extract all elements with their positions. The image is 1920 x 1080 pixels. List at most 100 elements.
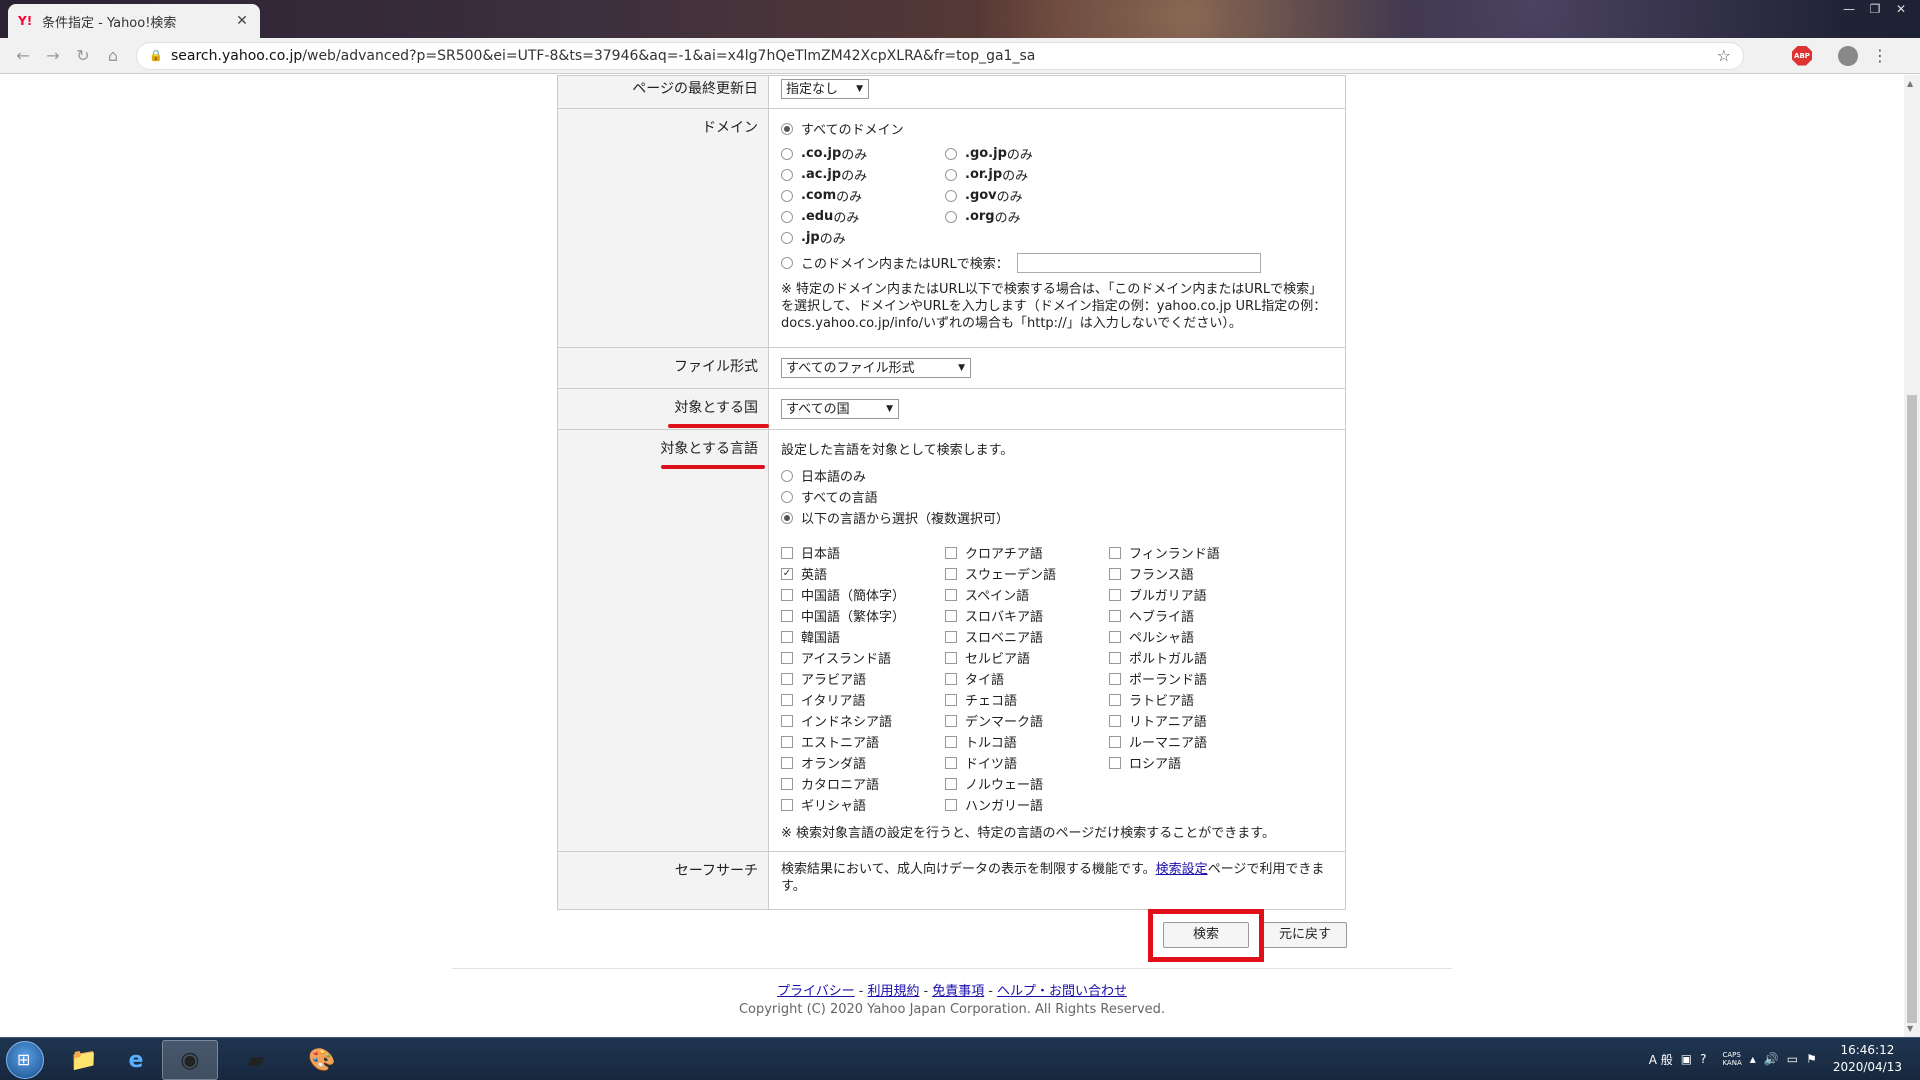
close-window-icon[interactable]: ✕ [1888,0,1914,18]
back-icon[interactable]: ← [8,46,38,65]
domain-radio-ac-jp[interactable]: .ac.jp のみ [781,164,945,185]
language-checkbox-item[interactable]: ルーマニア語 [1109,731,1273,752]
checkbox[interactable] [945,672,957,685]
domain-radio-gov[interactable]: .gov のみ [945,185,1125,206]
checkbox[interactable] [781,672,793,685]
language-radio-all[interactable]: すべての言語 [781,486,1335,507]
explorer-icon[interactable]: 📁 [56,1040,112,1080]
browser-tab[interactable]: Y! 条件指定 - Yahoo!検索 ✕ [8,4,260,38]
language-radio-select[interactable]: 以下の言語から選択（複数選択可） [781,507,1335,528]
checkbox[interactable] [781,651,793,664]
language-checkbox-item[interactable]: タイ語 [945,668,1109,689]
checkbox[interactable] [945,798,957,811]
checkbox[interactable] [945,546,957,559]
language-checkbox-item[interactable]: ポーランド語 [1109,668,1273,689]
checkbox[interactable] [1109,714,1121,727]
domain-url-input[interactable] [1016,252,1261,273]
checkbox[interactable] [781,693,793,706]
language-checkbox-item[interactable]: アイスランド語 [781,647,945,668]
language-checkbox-item[interactable]: リトアニア語 [1109,710,1273,731]
reload-icon[interactable]: ↻ [68,46,98,65]
profile-avatar-icon[interactable] [1838,45,1858,66]
language-checkbox-item[interactable]: 韓国語 [781,626,945,647]
internet-explorer-icon[interactable]: e [108,1040,164,1080]
country-select[interactable]: すべての国 ▼ [781,399,899,419]
checkbox[interactable] [945,609,957,622]
checkbox[interactable] [945,735,957,748]
domain-radio-co-jp[interactable]: .co.jp のみ [781,143,945,164]
search-settings-link[interactable]: 検索設定 [1156,862,1208,877]
language-checkbox-item[interactable]: 中国語（簡体字） [781,584,945,605]
address-bar[interactable]: 🔒 search.yahoo.co.jp/web/advanced?p=SR50… [136,41,1744,70]
checkbox[interactable] [781,630,793,643]
language-checkbox-item[interactable]: スウェーデン語 [945,563,1109,584]
chrome-icon[interactable]: ◉ [162,1040,218,1080]
ime-indicator[interactable]: A 般 [1649,1051,1673,1068]
checkbox[interactable] [945,693,957,706]
domain-radio-or-jp[interactable]: .or.jp のみ [945,164,1125,185]
clock[interactable]: 16:46:12 2020/04/13 [1833,1042,1902,1076]
checkbox[interactable] [781,777,793,790]
language-checkbox-item[interactable]: ペルシャ語 [1109,626,1273,647]
checkbox[interactable] [1109,735,1121,748]
checkbox[interactable] [1109,693,1121,706]
domain-radio-org[interactable]: .org のみ [945,206,1125,227]
checkbox[interactable] [1109,651,1121,664]
reset-button[interactable]: 元に戻す [1263,922,1347,948]
tray-apps-icon[interactable]: ▣ [1681,1052,1692,1066]
checkbox[interactable] [1109,756,1121,769]
checkbox[interactable] [1109,672,1121,685]
language-checkbox-item[interactable]: トルコ語 [945,731,1109,752]
language-checkbox-item[interactable]: フィンランド語 [1109,542,1273,563]
restore-icon[interactable]: ❐ [1862,0,1888,18]
language-checkbox-item[interactable]: ヘブライ語 [1109,605,1273,626]
language-checkbox-item[interactable]: エストニア語 [781,731,945,752]
checkbox[interactable] [781,714,793,727]
language-checkbox-item[interactable]: ブルガリア語 [1109,584,1273,605]
language-checkbox-item[interactable]: アラビア語 [781,668,945,689]
language-checkbox-item[interactable]: ノルウェー語 [945,773,1109,794]
home-icon[interactable]: ⌂ [98,46,128,65]
language-checkbox-item[interactable]: ギリシャ語 [781,794,945,815]
language-checkbox-item[interactable]: セルビア語 [945,647,1109,668]
checkbox[interactable] [1109,588,1121,601]
language-checkbox-item[interactable]: イタリア語 [781,689,945,710]
url-text[interactable]: search.yahoo.co.jp/web/advanced?p=SR500&… [171,48,1717,64]
help-icon[interactable]: ? [1700,1052,1706,1066]
last-updated-select[interactable]: 指定なし ▼ [781,79,869,99]
language-checkbox-item[interactable]: フランス語 [1109,563,1273,584]
language-checkbox-item[interactable]: 日本語 [781,542,945,563]
tab-close-icon[interactable]: ✕ [234,13,250,29]
checkbox[interactable] [781,588,793,601]
checkbox[interactable] [781,609,793,622]
checkbox[interactable] [945,777,957,790]
language-checkbox-item[interactable]: ポルトガル語 [1109,647,1273,668]
language-checkbox-item[interactable]: デンマーク語 [945,710,1109,731]
language-checkbox-item[interactable]: オランダ語 [781,752,945,773]
forward-icon[interactable]: → [38,46,68,65]
scroll-down-icon[interactable]: ▼ [1907,1024,1913,1033]
page-scrollbar[interactable]: ▲ ▼ [1904,75,1920,1037]
checkbox[interactable] [945,588,957,601]
checkbox[interactable] [781,756,793,769]
adblock-icon[interactable]: ABP [1792,45,1812,66]
disclaimer-link[interactable]: 免責事項 [932,984,984,999]
privacy-link[interactable]: プライバシー [777,984,855,999]
language-checkbox-item[interactable]: ロシア語 [1109,752,1273,773]
lock-icon[interactable]: 🔒 [149,49,163,62]
checkbox[interactable] [1109,567,1121,580]
file-type-select[interactable]: すべてのファイル形式 ▼ [781,358,971,378]
bookmark-star-icon[interactable]: ☆ [1717,46,1731,65]
language-checkbox-item[interactable]: チェコ語 [945,689,1109,710]
domain-radio-all[interactable]: すべてのドメイン [781,118,1335,139]
checkbox[interactable] [781,735,793,748]
language-checkbox-item[interactable]: インドネシア語 [781,710,945,731]
domain-radio-edu[interactable]: .edu のみ [781,206,945,227]
checkbox[interactable] [781,546,793,559]
language-checkbox-item[interactable]: クロアチア語 [945,542,1109,563]
terms-link[interactable]: 利用規約 [868,984,920,999]
minimize-icon[interactable]: — [1836,0,1862,18]
checkbox[interactable] [1109,546,1121,559]
language-checkbox-item[interactable]: ラトビア語 [1109,689,1273,710]
checkbox[interactable] [945,651,957,664]
